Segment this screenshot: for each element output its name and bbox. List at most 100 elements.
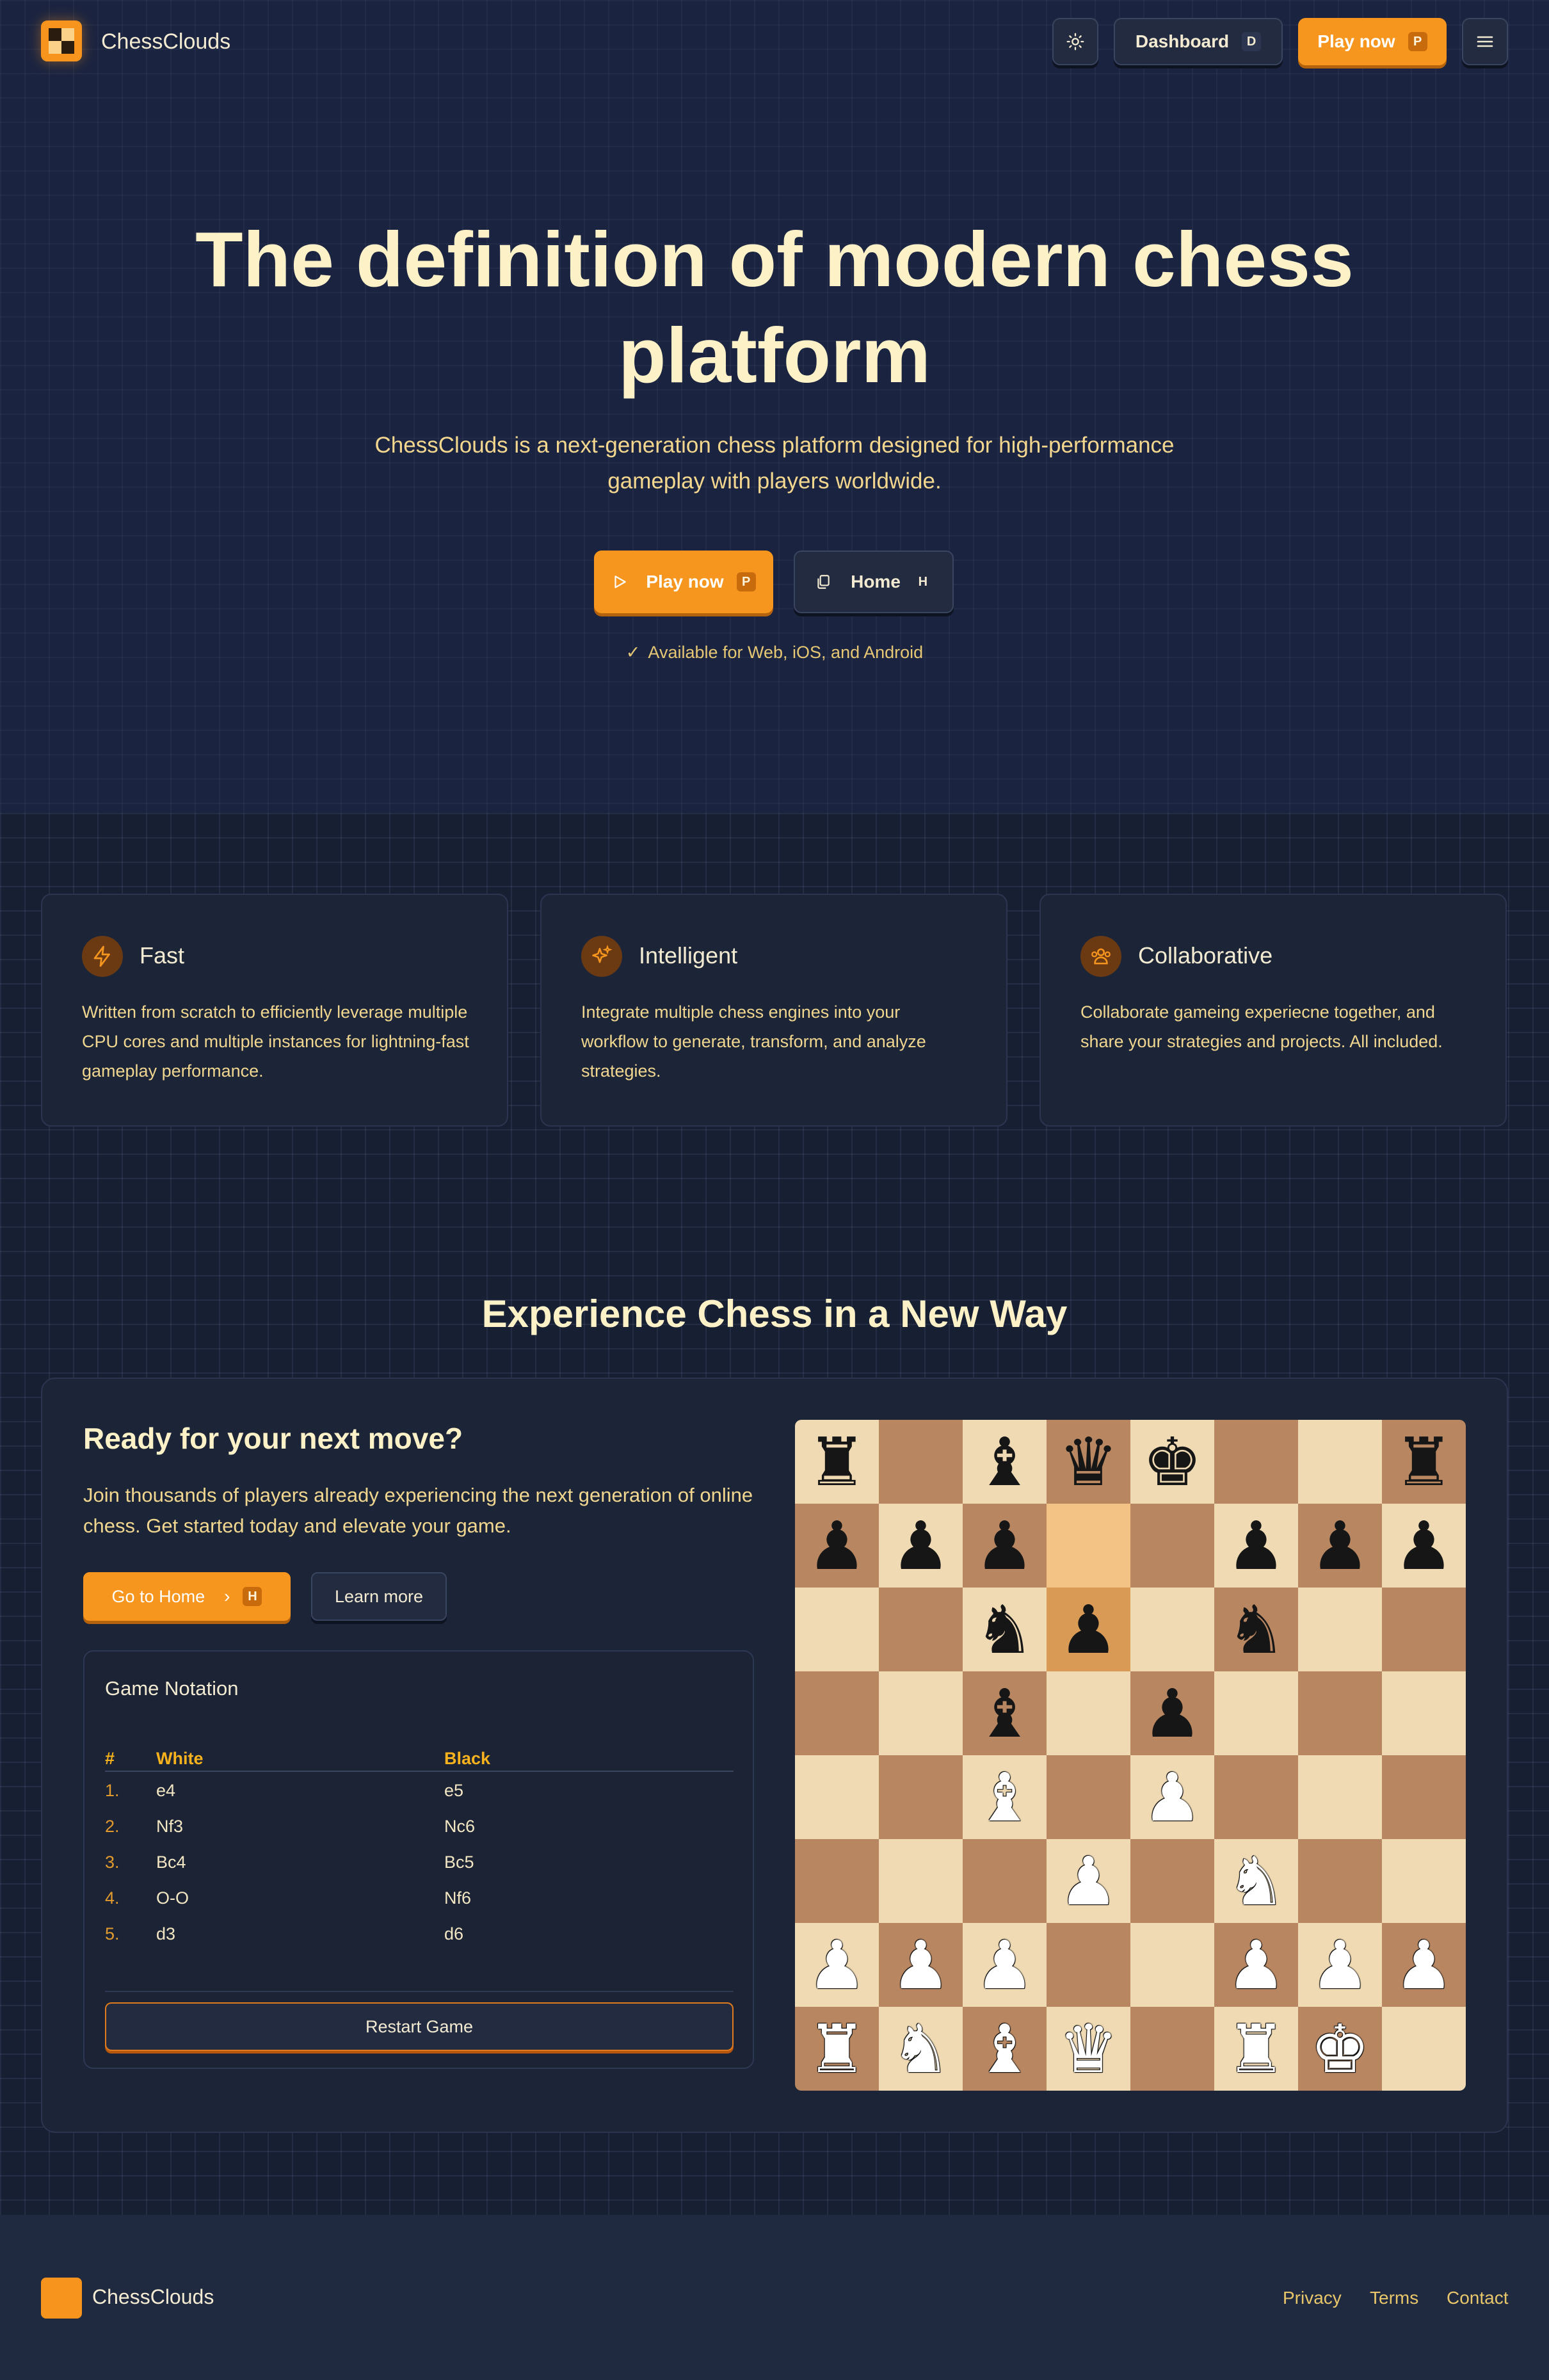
square-e4[interactable]: ♟ xyxy=(1130,1755,1214,1839)
white-king-icon[interactable]: ♚ xyxy=(1310,2016,1370,2082)
square-b6[interactable] xyxy=(879,1588,963,1671)
white-rook-icon[interactable]: ♜ xyxy=(1226,2016,1286,2082)
square-e2[interactable] xyxy=(1130,1923,1214,2007)
black-pawn-icon[interactable]: ♟ xyxy=(1059,1596,1118,1663)
footer-logo-icon[interactable] xyxy=(41,2278,82,2319)
square-d1[interactable]: ♛ xyxy=(1047,2007,1130,2091)
white-pawn-icon[interactable]: ♟ xyxy=(975,1932,1034,1998)
black-pawn-icon[interactable]: ♟ xyxy=(1310,1513,1370,1579)
square-e3[interactable] xyxy=(1130,1839,1214,1923)
black-king-icon[interactable]: ♚ xyxy=(1143,1429,1202,1495)
footer-brand[interactable]: ChessClouds xyxy=(92,2285,214,2309)
square-b3[interactable] xyxy=(879,1839,963,1923)
square-c4[interactable]: ♝ xyxy=(963,1755,1047,1839)
square-h8[interactable]: ♜ xyxy=(1382,1420,1466,1504)
white-pawn-icon[interactable]: ♟ xyxy=(1059,1848,1118,1915)
brand-name[interactable]: ChessClouds xyxy=(101,26,230,58)
square-a7[interactable]: ♟ xyxy=(795,1504,879,1588)
square-f7[interactable]: ♟ xyxy=(1214,1504,1298,1588)
black-pawn-icon[interactable]: ♟ xyxy=(1143,1680,1202,1747)
square-g2[interactable]: ♟ xyxy=(1298,1923,1382,2007)
square-d2[interactable] xyxy=(1047,1923,1130,2007)
square-d6[interactable]: ♟ xyxy=(1047,1588,1130,1671)
square-h4[interactable] xyxy=(1382,1755,1466,1839)
square-e1[interactable] xyxy=(1130,2007,1214,2091)
square-c8[interactable]: ♝ xyxy=(963,1420,1047,1504)
square-c2[interactable]: ♟ xyxy=(963,1923,1047,2007)
theme-toggle-button[interactable] xyxy=(1052,18,1098,65)
learn-more-button[interactable]: Learn more xyxy=(311,1572,447,1621)
square-e8[interactable]: ♚ xyxy=(1130,1420,1214,1504)
square-a6[interactable] xyxy=(795,1588,879,1671)
square-h1[interactable] xyxy=(1382,2007,1466,2091)
square-g1[interactable]: ♚ xyxy=(1298,2007,1382,2091)
white-bishop-icon[interactable]: ♝ xyxy=(975,1764,1034,1831)
square-h3[interactable] xyxy=(1382,1839,1466,1923)
square-f2[interactable]: ♟ xyxy=(1214,1923,1298,2007)
square-f8[interactable] xyxy=(1214,1420,1298,1504)
square-a5[interactable] xyxy=(795,1671,879,1755)
square-g8[interactable] xyxy=(1298,1420,1382,1504)
square-d8[interactable]: ♛ xyxy=(1047,1420,1130,1504)
square-g7[interactable]: ♟ xyxy=(1298,1504,1382,1588)
nav-play-now-button[interactable]: Play now P xyxy=(1298,18,1447,65)
square-d5[interactable] xyxy=(1047,1671,1130,1755)
black-knight-icon[interactable]: ♞ xyxy=(1226,1596,1286,1663)
white-pawn-icon[interactable]: ♟ xyxy=(1310,1932,1370,1998)
square-g4[interactable] xyxy=(1298,1755,1382,1839)
square-f6[interactable]: ♞ xyxy=(1214,1588,1298,1671)
white-pawn-icon[interactable]: ♟ xyxy=(1143,1764,1202,1831)
black-pawn-icon[interactable]: ♟ xyxy=(975,1513,1034,1579)
black-pawn-icon[interactable]: ♟ xyxy=(1226,1513,1286,1579)
black-rook-icon[interactable]: ♜ xyxy=(807,1429,867,1495)
white-knight-icon[interactable]: ♞ xyxy=(891,2016,951,2082)
white-rook-icon[interactable]: ♜ xyxy=(807,2016,867,2082)
square-e7[interactable] xyxy=(1130,1504,1214,1588)
black-pawn-icon[interactable]: ♟ xyxy=(1394,1513,1454,1579)
square-g5[interactable] xyxy=(1298,1671,1382,1755)
white-pawn-icon[interactable]: ♟ xyxy=(1394,1932,1454,1998)
white-bishop-icon[interactable]: ♝ xyxy=(975,2016,1034,2082)
square-g6[interactable] xyxy=(1298,1588,1382,1671)
square-e5[interactable]: ♟ xyxy=(1130,1671,1214,1755)
black-bishop-icon[interactable]: ♝ xyxy=(975,1429,1034,1495)
square-h6[interactable] xyxy=(1382,1588,1466,1671)
black-pawn-icon[interactable]: ♟ xyxy=(891,1513,951,1579)
square-h5[interactable] xyxy=(1382,1671,1466,1755)
black-bishop-icon[interactable]: ♝ xyxy=(975,1680,1034,1747)
white-knight-icon[interactable]: ♞ xyxy=(1226,1848,1286,1915)
hero-play-now-button[interactable]: Play now P xyxy=(594,551,773,613)
square-a4[interactable] xyxy=(795,1755,879,1839)
square-d3[interactable]: ♟ xyxy=(1047,1839,1130,1923)
footer-privacy-link[interactable]: Privacy xyxy=(1283,2288,1342,2308)
black-knight-icon[interactable]: ♞ xyxy=(975,1596,1034,1663)
hero-home-button[interactable]: Home H xyxy=(794,551,954,613)
menu-button[interactable] xyxy=(1462,18,1508,65)
square-b8[interactable] xyxy=(879,1420,963,1504)
black-pawn-icon[interactable]: ♟ xyxy=(807,1513,867,1579)
square-c7[interactable]: ♟ xyxy=(963,1504,1047,1588)
square-b2[interactable]: ♟ xyxy=(879,1923,963,2007)
square-c1[interactable]: ♝ xyxy=(963,2007,1047,2091)
footer-terms-link[interactable]: Terms xyxy=(1370,2288,1418,2308)
square-h2[interactable]: ♟ xyxy=(1382,1923,1466,2007)
square-f4[interactable] xyxy=(1214,1755,1298,1839)
restart-game-button[interactable]: Restart Game xyxy=(105,2002,734,2051)
square-f3[interactable]: ♞ xyxy=(1214,1839,1298,1923)
square-g3[interactable] xyxy=(1298,1839,1382,1923)
square-b7[interactable]: ♟ xyxy=(879,1504,963,1588)
white-pawn-icon[interactable]: ♟ xyxy=(1226,1932,1286,1998)
square-b1[interactable]: ♞ xyxy=(879,2007,963,2091)
square-c6[interactable]: ♞ xyxy=(963,1588,1047,1671)
white-pawn-icon[interactable]: ♟ xyxy=(891,1932,951,1998)
white-pawn-icon[interactable]: ♟ xyxy=(807,1932,867,1998)
square-d4[interactable] xyxy=(1047,1755,1130,1839)
white-queen-icon[interactable]: ♛ xyxy=(1059,2016,1118,2082)
square-e6[interactable] xyxy=(1130,1588,1214,1671)
square-f5[interactable] xyxy=(1214,1671,1298,1755)
square-d7[interactable] xyxy=(1047,1504,1130,1588)
square-a1[interactable]: ♜ xyxy=(795,2007,879,2091)
black-queen-icon[interactable]: ♛ xyxy=(1059,1429,1118,1495)
square-a2[interactable]: ♟ xyxy=(795,1923,879,2007)
square-a8[interactable]: ♜ xyxy=(795,1420,879,1504)
